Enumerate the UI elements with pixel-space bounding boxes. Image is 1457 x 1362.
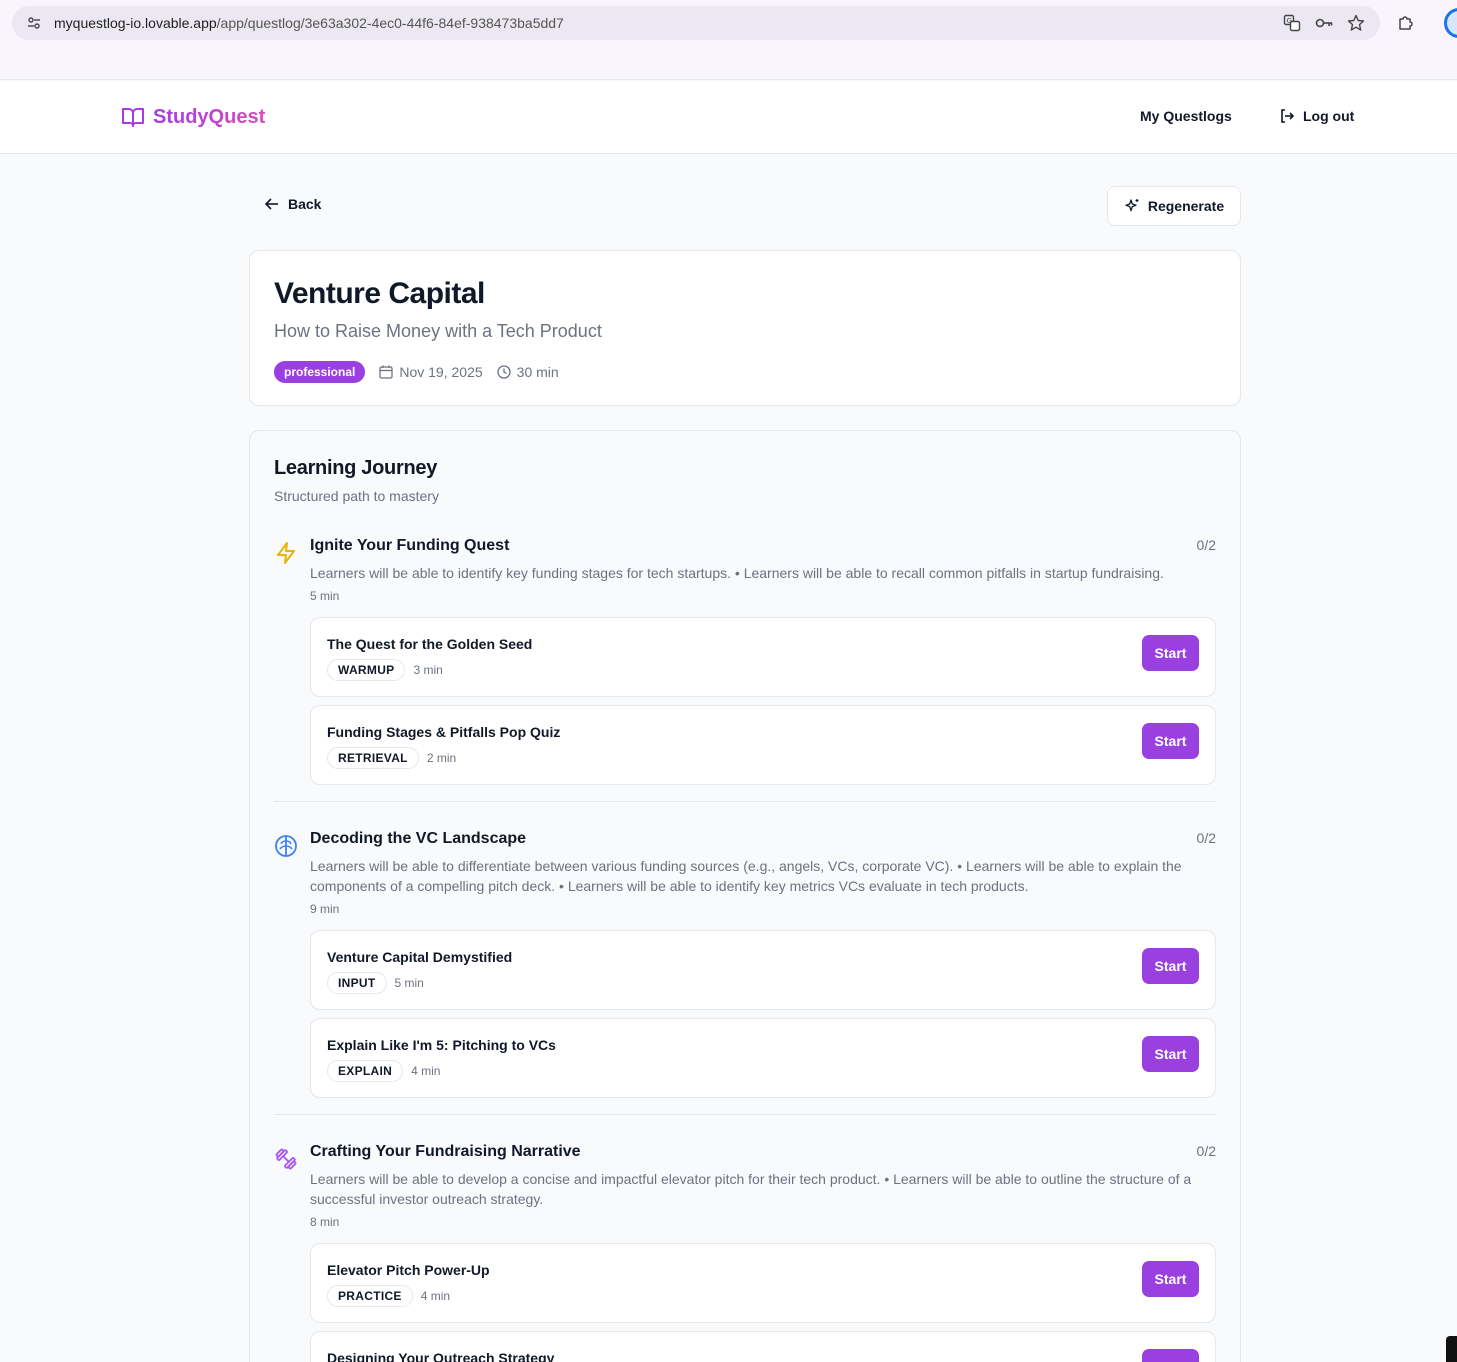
- module-progress: 0/2: [1196, 537, 1216, 553]
- logo-text: StudyQuest: [153, 105, 266, 128]
- activity-meta: WARMUP 3 min: [327, 659, 443, 681]
- browser-chrome: myquestlog-io.lovable.app/app/questlog/3…: [0, 0, 1457, 80]
- activity-card[interactable]: Elevator Pitch Power-Up PRACTICE 4 min S…: [310, 1243, 1216, 1323]
- logo[interactable]: StudyQuest: [121, 105, 265, 129]
- extensions-icon[interactable]: [1396, 13, 1416, 33]
- regenerate-label: Regenerate: [1147, 198, 1225, 214]
- quest-date-text: Nov 19, 2025: [399, 364, 483, 380]
- lightning-icon: [277, 542, 295, 564]
- activity-time: 3 min: [413, 663, 443, 677]
- start-button[interactable]: Start: [1142, 948, 1199, 984]
- module-time: 8 min: [310, 1215, 340, 1229]
- module-description: Learners will be able to differentiate b…: [310, 858, 1182, 894]
- activity-time: 4 min: [420, 1289, 451, 1303]
- activity-title: Designing Your Outreach Strategy: [327, 1350, 555, 1362]
- activity-type-badge: PRACTICE: [327, 1285, 413, 1307]
- sparkles-icon: [1125, 199, 1139, 212]
- activity-type-badge: INPUT: [327, 972, 387, 994]
- url-path: /app/questlog/3e63a302-4ec0-44f6-84ef-93…: [216, 15, 564, 31]
- quest-meta: professional Nov 19, 2025 30 min: [274, 361, 1216, 383]
- activity-meta: EXPLAIN 4 min: [327, 1060, 440, 1082]
- arrow-left-icon: [264, 198, 278, 210]
- journey-title: Learning Journey: [274, 457, 438, 479]
- profile-avatar[interactable]: [1444, 8, 1457, 38]
- activity-type-badge: WARMUP: [327, 659, 406, 681]
- url-host: myquestlog-io.lovable.app: [54, 15, 217, 31]
- activity-title: Explain Like I'm 5: Pitching to VCs: [327, 1037, 556, 1053]
- quest-subtitle: How to Raise Money with a Tech Product: [274, 321, 602, 341]
- activity-card[interactable]: Designing Your Outreach Strategy Start: [310, 1331, 1216, 1362]
- activity-meta: RETRIEVAL 2 min: [327, 747, 456, 769]
- module-progress: 0/2: [1196, 830, 1216, 846]
- start-button[interactable]: Start: [1142, 1349, 1199, 1362]
- module-time: 9 min: [310, 902, 340, 916]
- overlay-corner: [1446, 1336, 1457, 1362]
- activity-card[interactable]: The Quest for the Golden Seed WARMUP 3 m…: [310, 617, 1216, 697]
- activity-title: The Quest for the Golden Seed: [327, 636, 533, 652]
- quest-header-card: Venture Capital How to Raise Money with …: [249, 250, 1241, 406]
- activity-title: Elevator Pitch Power-Up: [327, 1262, 490, 1278]
- module-description: Learners will be able to identify key fu…: [310, 565, 1164, 581]
- quest-date: Nov 19, 2025: [379, 364, 483, 380]
- start-button[interactable]: Start: [1142, 635, 1199, 671]
- nav-my-questlogs[interactable]: My Questlogs: [1140, 108, 1232, 124]
- translate-icon[interactable]: G: [1282, 13, 1302, 33]
- start-button[interactable]: Start: [1142, 1036, 1199, 1072]
- module-divider: [274, 801, 1216, 802]
- start-button[interactable]: Start: [1142, 1261, 1199, 1297]
- logout-label: Log out: [1303, 108, 1355, 124]
- module-progress: 0/2: [1196, 1143, 1216, 1159]
- logout-icon: [1281, 109, 1295, 123]
- module-description: Learners will be able to develop a conci…: [310, 1171, 1192, 1207]
- activity-title: Venture Capital Demystified: [327, 949, 513, 965]
- password-key-icon[interactable]: [1314, 13, 1334, 33]
- calendar-icon: [379, 365, 394, 379]
- module-title: Crafting Your Fundraising Narrative: [310, 1143, 581, 1160]
- quest-duration-text: 30 min: [516, 364, 559, 380]
- learning-journey-card: Learning Journey Structured path to mast…: [249, 430, 1241, 1362]
- activity-time: 4 min: [411, 1064, 441, 1078]
- journey-subtitle: Structured path to mastery: [274, 488, 439, 504]
- dumbbell-icon: [275, 1148, 297, 1170]
- activity-card[interactable]: Venture Capital Demystified INPUT 5 min …: [310, 930, 1216, 1010]
- module-title: Decoding the VC Landscape: [310, 830, 527, 847]
- url-text[interactable]: myquestlog-io.lovable.app/app/questlog/3…: [54, 15, 1270, 31]
- book-open-icon: [122, 108, 144, 127]
- back-label: Back: [288, 196, 322, 212]
- svg-text:G: G: [1287, 17, 1292, 25]
- app-header: StudyQuest My Questlogs Log out: [0, 81, 1457, 154]
- activity-meta: PRACTICE 4 min: [327, 1285, 450, 1307]
- nav-my-questlogs-label: My Questlogs: [1140, 108, 1232, 124]
- module-title: Ignite Your Funding Quest: [310, 537, 510, 554]
- activity-time: 2 min: [426, 751, 457, 765]
- activity-card[interactable]: Funding Stages & Pitfalls Pop Quiz RETRI…: [310, 705, 1216, 785]
- start-button[interactable]: Start: [1142, 723, 1199, 759]
- activity-time: 5 min: [394, 976, 424, 990]
- activity-type-badge: EXPLAIN: [327, 1060, 404, 1082]
- activity-title: Funding Stages & Pitfalls Pop Quiz: [327, 724, 561, 740]
- back-button[interactable]: Back: [264, 196, 321, 212]
- address-bar[interactable]: myquestlog-io.lovable.app/app/questlog/3…: [12, 6, 1380, 40]
- module-time: 5 min: [310, 589, 340, 603]
- activity-type-badge: RETRIEVAL: [327, 747, 419, 769]
- module-divider: [274, 1114, 1216, 1115]
- level-badge: professional: [274, 361, 366, 383]
- regenerate-button[interactable]: Regenerate: [1107, 186, 1241, 226]
- activity-card[interactable]: Explain Like I'm 5: Pitching to VCs EXPL…: [310, 1018, 1216, 1098]
- logout-button[interactable]: Log out: [1279, 108, 1354, 124]
- site-settings-icon[interactable]: [26, 15, 42, 31]
- bookmark-star-icon[interactable]: [1346, 13, 1366, 33]
- quest-duration: 30 min: [497, 364, 559, 380]
- quest-title: Venture Capital: [274, 277, 485, 310]
- brain-icon: [275, 835, 297, 857]
- clock-icon: [497, 365, 511, 379]
- activity-meta: INPUT 5 min: [327, 972, 424, 994]
